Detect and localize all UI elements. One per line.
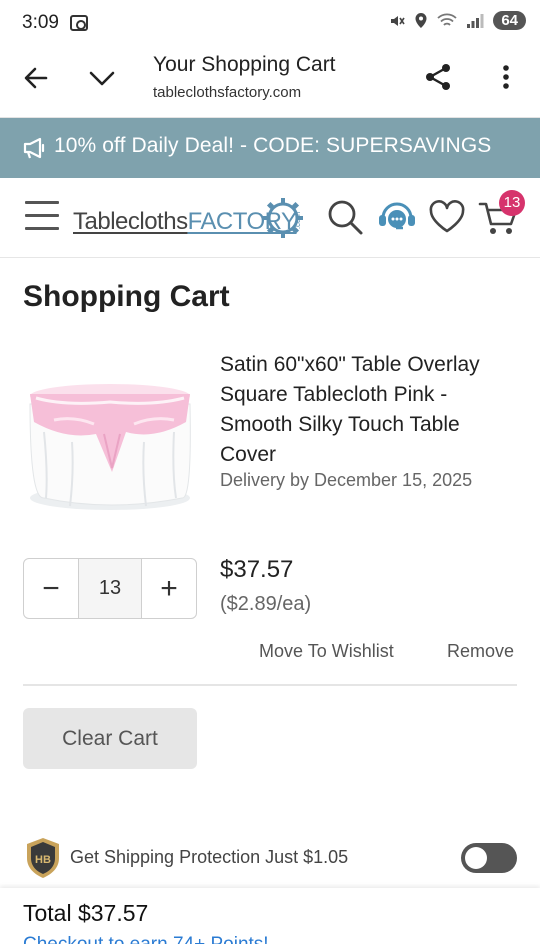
shipping-protection-row: HB Get Shipping Protection Just $1.05 <box>0 834 540 884</box>
status-time: 3:09 <box>22 12 59 33</box>
status-bar: 3:09 64 <box>0 0 540 48</box>
more-vert-icon[interactable] <box>496 61 516 93</box>
quantity-value[interactable]: 13 <box>78 559 142 618</box>
status-icons: 64 <box>389 11 526 30</box>
chevron-down-icon[interactable] <box>86 62 118 94</box>
wifi-icon <box>437 13 457 26</box>
logo-suffix: .com <box>293 211 303 230</box>
location-icon <box>415 13 427 28</box>
delivery-date: Delivery by December 15, 2025 <box>220 470 473 490</box>
deal-banner[interactable]: 10% off Daily Deal! - CODE: SUPERSAVINGS <box>0 118 540 178</box>
shipping-badge-label: HB <box>35 854 51 866</box>
search-icon[interactable] <box>326 198 364 236</box>
divider <box>23 684 517 686</box>
back-arrow-icon[interactable] <box>20 62 52 94</box>
item-price: $37.57 <box>220 556 294 583</box>
remove-item-link[interactable]: Remove <box>447 641 514 662</box>
menu-icon[interactable] <box>25 201 59 233</box>
shipping-protection-toggle[interactable] <box>461 843 517 873</box>
mute-icon <box>391 15 405 26</box>
checkout-points-link[interactable]: Checkout to earn 74+ Points! <box>23 934 269 944</box>
shield-badge-icon: HB <box>27 838 59 878</box>
unit-price: ($2.89/ea) <box>220 593 312 615</box>
quantity-decrease-button[interactable]: − <box>24 559 78 618</box>
cart-count-badge: 13 <box>499 190 525 216</box>
support-chat-icon[interactable] <box>376 198 418 236</box>
share-icon[interactable] <box>422 61 454 93</box>
shipping-protection-label: Get Shipping Protection Just $1.05 <box>70 847 349 867</box>
cast-icon <box>70 15 88 31</box>
cart-total: Total $37.57 <box>23 900 149 926</box>
clear-cart-button[interactable]: Clear Cart <box>23 708 197 769</box>
cart-footer: Total $37.57 Checkout to earn 74+ Points… <box>0 888 540 944</box>
logo-brand: Tablecloths <box>73 208 188 235</box>
page-title-bar: Your Shopping Cart <box>153 53 336 76</box>
browser-toolbar: Your Shopping Cart tableclothsfactory.co… <box>0 48 540 118</box>
quantity-increase-button[interactable]: + <box>142 559 196 618</box>
deal-text: 10% off Daily Deal! - CODE: SUPERSAVINGS <box>54 134 492 157</box>
toggle-knob <box>465 847 487 869</box>
megaphone-icon <box>23 137 45 159</box>
product-image[interactable] <box>24 372 194 518</box>
product-name[interactable]: Satin 60"x60" Table Overlay Square Table… <box>220 350 520 470</box>
battery-indicator: 64 <box>493 11 526 30</box>
shopping-cart-title: Shopping Cart <box>23 280 230 313</box>
quantity-stepper: − 13 + <box>23 558 197 619</box>
signal-icon <box>467 13 484 28</box>
heart-icon[interactable] <box>428 199 466 235</box>
site-header: TableclothsFACTORY .com 13 <box>0 178 540 258</box>
page-url[interactable]: tableclothsfactory.com <box>153 84 301 101</box>
site-logo[interactable]: TableclothsFACTORY .com <box>73 196 305 242</box>
move-to-wishlist-link[interactable]: Move To Wishlist <box>259 641 394 662</box>
